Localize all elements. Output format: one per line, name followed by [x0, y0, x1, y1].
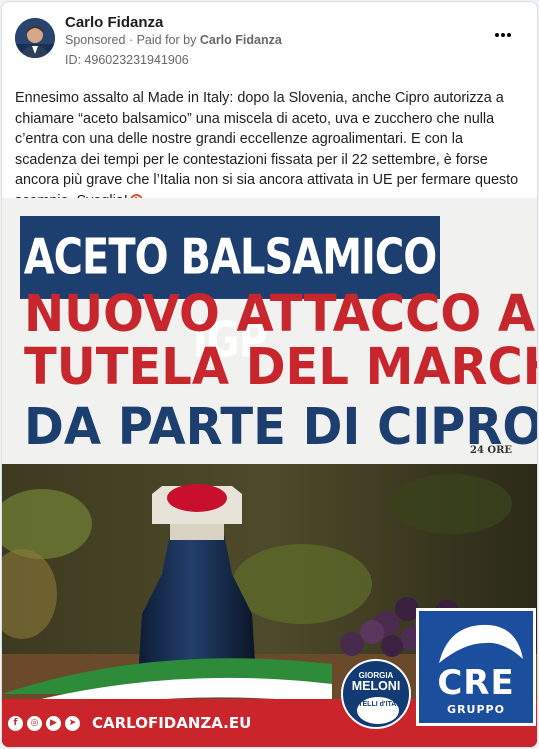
facebook-icon[interactable]: f: [8, 716, 23, 731]
cre-logo: CRE GRUPPO: [416, 608, 536, 726]
meloni-logo-name: MELONI: [351, 679, 401, 693]
headline-line-1: NUOVO ATTACCO ALLA: [24, 285, 537, 344]
ad-creative-image[interactable]: ACETO BALSAMICO IGP NUOVO ATTACCO ALLA T…: [2, 198, 538, 747]
post-body-text: Ennesimo assalto al Made in Italy: dopo …: [15, 90, 519, 209]
dot-separator: ·: [128, 33, 137, 47]
cre-logo-subtext: GRUPPO: [447, 703, 505, 716]
sponsored-post-card: Carlo Fidanza Sponsored · Paid for by Ca…: [1, 1, 538, 748]
youtube-icon[interactable]: ▶: [46, 716, 61, 731]
more-options-icon[interactable]: [495, 30, 515, 40]
website-label: CARLOFIDANZA.EU: [92, 714, 252, 732]
post-header: Carlo Fidanza Sponsored · Paid for by Ca…: [2, 2, 537, 77]
author-name[interactable]: Carlo Fidanza: [65, 14, 163, 31]
paid-for-name[interactable]: Carlo Fidanza: [200, 33, 282, 47]
headline-line-3: DA PARTE DI CIPRO: [24, 398, 538, 457]
avatar[interactable]: [15, 18, 55, 58]
sponsored-label: Sponsored: [65, 33, 126, 47]
ad-library-id: ID: 496023231941906: [65, 53, 189, 67]
paid-for-prefix: Paid for by: [136, 33, 197, 47]
cre-lion-icon: [439, 624, 523, 663]
sponsored-line: Sponsored · Paid for by Carlo Fidanza: [65, 33, 282, 47]
social-icons: f ◎ ▶ ➤: [8, 716, 80, 731]
telegram-icon[interactable]: ➤: [65, 716, 80, 731]
source-tag: 24 ORE: [470, 445, 513, 456]
cre-logo-text: CRE: [437, 663, 515, 703]
headline-line-2: TUTELA DEL MARCHIO: [24, 338, 537, 397]
meloni-logo-party: FRATELLI d'ITALIA: [344, 701, 408, 708]
post-body: Ennesimo assalto al Made in Italy: dopo …: [15, 88, 527, 211]
meloni-logo: GIORGIA MELONI FRATELLI d'ITALIA: [341, 659, 411, 729]
instagram-icon[interactable]: ◎: [27, 716, 42, 731]
